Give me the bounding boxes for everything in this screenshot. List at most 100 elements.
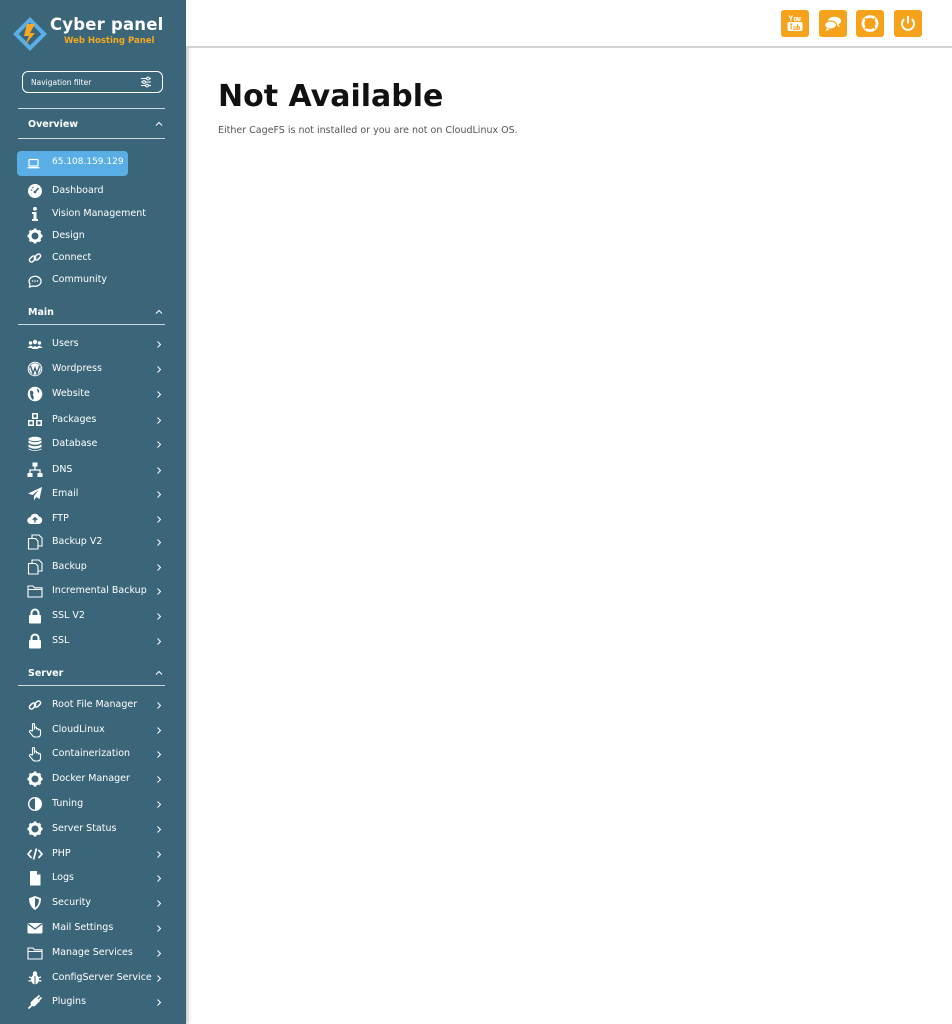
sidebar: Cyber panel Web Hosting Panel Overview 6…: [0, 0, 186, 1024]
chevron-right-icon: [157, 925, 162, 932]
nav-item-php[interactable]: PHP: [0, 843, 186, 865]
chevron-right-icon: [157, 564, 162, 571]
nav-item-label: Dashboard: [52, 185, 104, 196]
nav-item-label: FTP: [52, 513, 69, 524]
chevron-right-icon: [157, 875, 162, 882]
nav-item-label: Containerization: [52, 748, 131, 759]
chevron-up-icon[interactable]: [154, 307, 164, 317]
nav-item-cloudlinux[interactable]: CloudLinux: [0, 719, 186, 741]
database-icon: [28, 436, 42, 451]
brand-name: Cyber panel: [50, 15, 164, 34]
server-ip-badge[interactable]: 65.108.159.129: [17, 151, 128, 176]
nav-item-manage-services[interactable]: Manage Services: [0, 942, 186, 964]
nav-item-users[interactable]: Users: [0, 333, 186, 355]
nav-item-community[interactable]: Community: [0, 269, 186, 291]
nav-item-logs[interactable]: Logs: [0, 867, 186, 889]
nav-item-wordpress[interactable]: Wordpress: [0, 358, 186, 380]
page-title: Not Available: [218, 79, 444, 114]
nav-item-label: Community: [52, 274, 107, 285]
chat-button[interactable]: [819, 10, 847, 37]
brand-tagline: Web Hosting Panel: [64, 36, 155, 46]
nav-item-mail-settings[interactable]: Mail Settings: [0, 917, 186, 939]
chevron-right-icon: [157, 491, 162, 498]
chevron-right-icon: [157, 638, 162, 645]
support-button[interactable]: [856, 10, 884, 37]
divider: [18, 108, 165, 109]
nav-item-label: Database: [52, 438, 98, 449]
nav-item-connect[interactable]: Connect: [0, 247, 186, 269]
nav-item-label: Users: [52, 338, 79, 349]
nav-item-backup-v2[interactable]: Backup V2: [0, 531, 186, 553]
nav-item-backup[interactable]: Backup: [0, 556, 186, 578]
folder-icon: [27, 585, 43, 598]
chevron-right-icon: [157, 999, 162, 1006]
nav-item-email[interactable]: Email: [0, 483, 186, 505]
nav-item-label: Design: [52, 230, 85, 241]
hand-pointer-icon: [28, 746, 42, 762]
nav-item-label: Tuning: [52, 798, 84, 809]
chevron-right-icon: [157, 516, 162, 523]
top-bar: [186, 0, 952, 48]
globe-icon: [27, 386, 43, 402]
nav-item-root-file-manager[interactable]: Root File Manager: [0, 694, 186, 716]
nav-item-label: Security: [52, 897, 92, 908]
nav-item-containerization[interactable]: Containerization: [0, 743, 186, 765]
logout-button[interactable]: [894, 10, 922, 37]
gear-icon: [27, 228, 43, 244]
chevron-right-icon: [157, 975, 162, 982]
chevron-right-icon: [157, 588, 162, 595]
copy-icon: [27, 534, 43, 550]
nav-item-vision-management[interactable]: Vision Management: [0, 203, 186, 225]
nav-item-website[interactable]: Website: [0, 383, 186, 405]
nav-item-packages[interactable]: Packages: [0, 409, 186, 431]
youtube-button[interactable]: [781, 10, 809, 37]
nav-item-label: Email: [52, 488, 79, 499]
section-overview-title[interactable]: Overview: [28, 119, 78, 130]
half-circle-icon: [27, 796, 43, 812]
community-chat-icon: [28, 275, 42, 288]
lifebuoy-icon: [861, 15, 879, 32]
nav-item-label: Packages: [52, 414, 97, 425]
nav-item-security[interactable]: Security: [0, 892, 186, 914]
nav-item-label: PHP: [52, 848, 71, 859]
chevron-up-icon[interactable]: [154, 119, 164, 129]
nav-item-label: ConfigServer Service: [52, 972, 152, 983]
chevron-up-icon[interactable]: [154, 668, 164, 678]
nav-item-ftp[interactable]: FTP: [0, 508, 186, 530]
chevron-right-icon: [157, 391, 162, 398]
nav-item-tuning[interactable]: Tuning: [0, 793, 186, 815]
chevron-right-icon: [157, 613, 162, 620]
nav-item-dns[interactable]: DNS: [0, 459, 186, 481]
chevron-right-icon: [157, 727, 162, 734]
nav-item-label: SSL: [52, 635, 70, 646]
brand[interactable]: Cyber panel Web Hosting Panel: [10, 12, 180, 54]
sliders-icon[interactable]: [140, 76, 152, 88]
chevron-right-icon: [157, 826, 162, 833]
nav-item-design[interactable]: Design: [0, 225, 186, 247]
link-icon: [28, 253, 42, 263]
nav-item-ssl[interactable]: SSL: [0, 630, 186, 652]
nav-item-server-status[interactable]: Server Status: [0, 818, 186, 840]
nav-item-configserver-service[interactable]: ConfigServer Service: [0, 967, 186, 989]
nav-item-database[interactable]: Database: [0, 433, 186, 455]
chat-icon: [824, 16, 841, 31]
chevron-right-icon: [157, 417, 162, 424]
section-main-title[interactable]: Main: [28, 307, 54, 318]
nav-item-docker-manager[interactable]: Docker Manager: [0, 768, 186, 790]
section-server-title[interactable]: Server: [28, 668, 63, 679]
nav-item-incremental-backup[interactable]: Incremental Backup: [0, 580, 186, 602]
divider: [18, 685, 165, 686]
chevron-right-icon: [157, 801, 162, 808]
file-icon: [30, 871, 41, 886]
nav-item-label: Root File Manager: [52, 699, 138, 710]
nav-item-label: DNS: [52, 464, 73, 475]
nav-item-label: SSL V2: [52, 610, 85, 621]
nav-item-plugins[interactable]: Plugins: [0, 991, 186, 1013]
chevron-right-icon: [157, 702, 162, 709]
nav-item-label: Manage Services: [52, 947, 133, 958]
nav-item-label: Incremental Backup: [52, 585, 147, 596]
chevron-right-icon: [157, 441, 162, 448]
cubes-icon: [28, 413, 42, 426]
nav-item-ssl-v2[interactable]: SSL V2: [0, 605, 186, 627]
nav-item-dashboard[interactable]: Dashboard: [0, 180, 186, 202]
